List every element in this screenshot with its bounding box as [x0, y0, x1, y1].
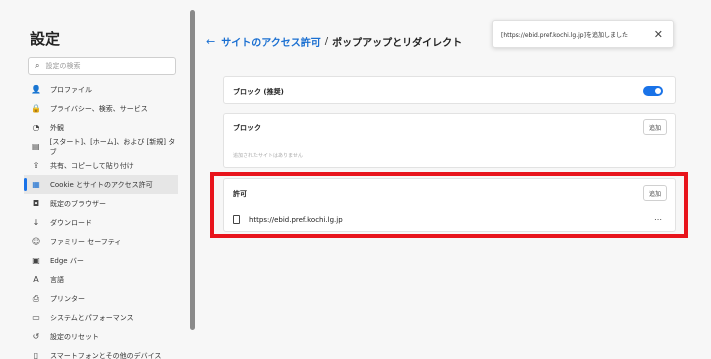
- block-add-button[interactable]: 追加: [643, 119, 667, 135]
- sidebar-item-icon: ◘: [32, 199, 40, 208]
- allowed-site-url: https://ebid.pref.kochi.lg.jp: [249, 215, 343, 224]
- toast-message: [https://ebid.pref.kochi.lg.jp]を追加しました: [501, 31, 628, 39]
- settings-search-input[interactable]: ⌕ 設定の検索: [28, 57, 176, 75]
- sidebar-item-label: システムとパフォーマンス: [50, 313, 134, 322]
- sidebar-item-icon: A: [33, 275, 39, 284]
- sidebar-item[interactable]: ▦ Cookie とサイトのアクセス許可: [24, 175, 178, 194]
- allow-add-button[interactable]: 追加: [643, 185, 667, 201]
- sidebar-item-icon: 👤: [31, 85, 41, 94]
- search-placeholder: 設定の検索: [45, 62, 81, 70]
- page-title: ポップアップとリダイレクト: [332, 38, 463, 49]
- block-popups-toggle[interactable]: [643, 86, 663, 96]
- sidebar-item-label: [スタート]、[ホーム]、および [新規] タブ: [49, 137, 176, 156]
- sidebar-item-label: 既定のブラウザー: [50, 199, 106, 208]
- sidebar-item[interactable]: ↺ 設定のリセット: [24, 327, 178, 346]
- sidebar-item-label: プロファイル: [50, 85, 92, 94]
- sidebar-item-icon: ▭: [32, 313, 40, 322]
- sidebar-item-icon: ⎙: [32, 293, 40, 303]
- sidebar-item[interactable]: ◔ 外観: [24, 118, 178, 137]
- sidebar-item-label: プリンター: [50, 294, 85, 303]
- sidebar-item-icon: ⇪: [32, 161, 40, 170]
- sidebar-item-label: 外観: [50, 123, 64, 132]
- block-empty-text: 追加されたサイトはありません: [233, 153, 303, 159]
- notification-toast: [https://ebid.pref.kochi.lg.jp]を追加しました ✕: [492, 20, 674, 48]
- settings-title: 設定: [30, 30, 61, 48]
- sidebar-scrollbar[interactable]: [190, 10, 195, 330]
- sidebar-item-icon: 🔒: [31, 104, 41, 113]
- sidebar-item-label: ファミリー セーフティ: [50, 237, 122, 246]
- allow-list-card: 許可 追加 https://ebid.pref.kochi.lg.jp ⋯: [223, 178, 676, 232]
- sidebar-item-label: Edge バー: [50, 256, 84, 265]
- more-options-icon[interactable]: ⋯: [654, 215, 663, 224]
- sidebar-item[interactable]: ↓ ダウンロード: [24, 213, 178, 232]
- sidebar-item[interactable]: ▣ Edge バー: [24, 251, 178, 270]
- sidebar-item-icon: ▤: [32, 142, 40, 151]
- sidebar-item-icon: ▯: [33, 351, 39, 359]
- page-icon: [233, 215, 240, 224]
- sidebar-item[interactable]: ▯ スマートフォンとその他のデバイス: [24, 346, 178, 359]
- close-icon[interactable]: ✕: [654, 28, 663, 41]
- block-toggle-card: ブロック (推奨): [223, 76, 676, 104]
- list-item: https://ebid.pref.kochi.lg.jp: [233, 215, 343, 224]
- breadcrumb: ← サイトのアクセス許可 / ポップアップとリダイレクト: [206, 34, 462, 49]
- sidebar-item[interactable]: 🔒 プライバシー、検索、サービス: [24, 99, 178, 118]
- block-list-label: ブロック: [233, 124, 261, 132]
- breadcrumb-site-permissions-link[interactable]: サイトのアクセス許可: [221, 34, 321, 49]
- block-recommended-label: ブロック (推奨): [233, 88, 284, 96]
- sidebar-item-icon: ▣: [32, 256, 40, 265]
- sidebar-item-icon: ☺: [31, 237, 41, 246]
- breadcrumb-separator: /: [324, 36, 329, 47]
- sidebar-item-label: プライバシー、検索、サービス: [50, 104, 148, 113]
- sidebar-item-label: Cookie とサイトのアクセス許可: [50, 180, 153, 189]
- sidebar-item-label: 設定のリセット: [50, 332, 99, 341]
- block-list-card: ブロック 追加 追加されたサイトはありません: [223, 113, 676, 168]
- sidebar-item-icon: ↺: [32, 332, 40, 341]
- sidebar-item-icon: ▦: [32, 180, 40, 189]
- sidebar-item[interactable]: ⎙ プリンター: [24, 289, 178, 308]
- sidebar-item[interactable]: ▭ システムとパフォーマンス: [24, 308, 178, 327]
- sidebar-item-label: 言語: [50, 275, 64, 284]
- sidebar-item[interactable]: ⇪ 共有、コピーして貼り付け: [24, 156, 178, 175]
- sidebar-item-icon: ◔: [32, 123, 40, 132]
- sidebar-item-icon: ↓: [32, 218, 40, 227]
- sidebar-item[interactable]: ◘ 既定のブラウザー: [24, 194, 178, 213]
- sidebar: 設定 ⌕ 設定の検索 👤 プロファイル 🔒 プライバシー、検索、サービス ◔ 外観 ▤ [スタ…: [0, 0, 190, 359]
- allow-list-label: 許可: [233, 190, 247, 198]
- sidebar-item-label: 共有、コピーして貼り付け: [50, 161, 134, 170]
- sidebar-item-label: ダウンロード: [50, 218, 92, 227]
- sidebar-item[interactable]: ☺ ファミリー セーフティ: [24, 232, 178, 251]
- sidebar-item[interactable]: ▤ [スタート]、[ホーム]、および [新規] タブ: [24, 137, 178, 156]
- back-arrow-icon[interactable]: ←: [206, 35, 215, 48]
- sidebar-item[interactable]: 👤 プロファイル: [24, 80, 178, 99]
- sidebar-item[interactable]: A 言語: [24, 270, 178, 289]
- search-icon: ⌕: [35, 61, 40, 70]
- main-content: ← サイトのアクセス許可 / ポップアップとリダイレクト [https://eb…: [200, 0, 711, 359]
- sidebar-item-label: スマートフォンとその他のデバイス: [50, 351, 162, 359]
- sidebar-nav: 👤 プロファイル 🔒 プライバシー、検索、サービス ◔ 外観 ▤ [スタート]、[ホーム]、お…: [24, 80, 178, 359]
